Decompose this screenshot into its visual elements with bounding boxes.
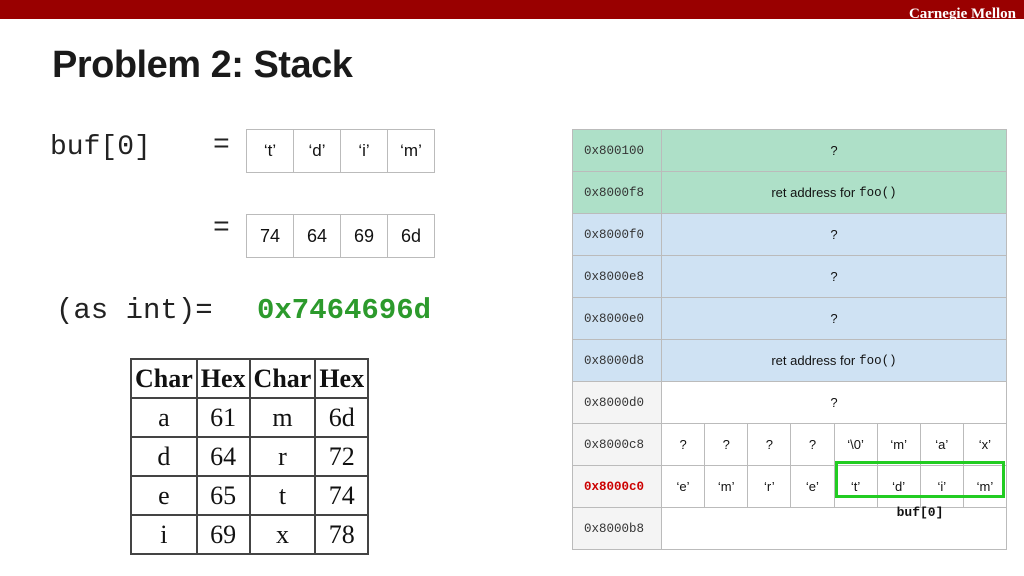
stack-slot: ? <box>830 227 838 242</box>
stack-row: 0x8000f0 ? <box>573 214 1006 256</box>
table-cell: 61 <box>195 397 251 438</box>
byte-cell: ? <box>748 424 792 465</box>
byte-cell: ‘e’ <box>662 466 706 507</box>
byte-cell: ‘x’ <box>978 437 992 452</box>
table-cell: 64 <box>195 436 251 477</box>
table-row: a 61 m 6d <box>130 397 370 438</box>
as-int-label: (as int)= <box>56 294 213 327</box>
table-header-row: Char Hex Char Hex <box>130 358 370 399</box>
byte-row: ‘e’ ‘m’ ‘r’ ‘e’ ‘t’ ‘d’ ‘i’ ‘m’ <box>662 466 1006 507</box>
byte-cell: ‘d’ <box>878 466 921 507</box>
byte-cell: ‘m’ <box>878 424 921 465</box>
stack-address: 0x8000c8 <box>573 424 662 465</box>
stack-address: 0x800100 <box>573 130 662 171</box>
slot-text: ret address for <box>771 353 856 368</box>
char-cell: ‘m’ <box>400 141 422 160</box>
stack-address: 0x8000d0 <box>573 382 662 423</box>
stack-slot: ? <box>830 395 838 410</box>
table-cell: 78 <box>314 514 370 555</box>
table-cell: i <box>130 514 198 555</box>
hex-cell: 64 <box>294 215 341 257</box>
stack-address: 0x8000b8 <box>573 508 662 549</box>
table-cell: r <box>248 436 317 477</box>
stack-row: 0x800100 ? <box>573 130 1006 172</box>
table-cell: t <box>248 475 317 516</box>
byte-cell: ‘a’ <box>921 424 964 465</box>
slot-text: ret address for <box>771 185 856 200</box>
stack-slot: ? <box>830 269 838 284</box>
table-cell: 74 <box>314 475 370 516</box>
as-int-value: 0x7464696d <box>257 294 432 327</box>
char-cell: ‘d’ <box>294 130 341 172</box>
table-cell: e <box>130 475 198 516</box>
table-cell: a <box>130 397 198 438</box>
stack-address: 0x8000f0 <box>573 214 662 255</box>
byte-cell: ‘i’ <box>921 466 964 507</box>
stack-slot: ret address for foo() <box>662 172 1006 213</box>
table-row: e 65 t 74 <box>130 475 370 516</box>
hex-byte-box: 74 64 69 6d <box>246 214 435 258</box>
equals-sign-2: = <box>213 213 230 244</box>
char-byte-box: ‘t’ ‘d’ ‘i’ ‘m’ <box>246 129 435 173</box>
byte-row: ? ? ? ? ‘\0’ ‘m’ ‘a’ ‘x’ <box>662 424 1006 465</box>
header-bar <box>0 0 1024 19</box>
char-hex-table: Char Hex Char Hex a 61 m 6d d 64 r 72 e … <box>130 358 370 555</box>
table-row: d 64 r 72 <box>130 436 370 477</box>
stack-row: 0x8000e0 ? <box>573 298 1006 340</box>
stack-row: 0x8000c0 ‘e’ ‘m’ ‘r’ ‘e’ ‘t’ ‘d’ ‘i’ ‘m’ <box>573 466 1006 508</box>
column-header: Hex <box>195 358 251 399</box>
byte-cell: ‘e’ <box>791 466 835 507</box>
slide-title: Problem 2: Stack <box>52 44 353 86</box>
table-cell: x <box>248 514 317 555</box>
stack-slot: ? <box>830 143 838 158</box>
stack-address: 0x8000e0 <box>573 298 662 339</box>
stack-row: 0x8000d0 ? <box>573 382 1006 424</box>
hex-cell: 74 <box>247 215 294 257</box>
table-cell: 69 <box>195 514 251 555</box>
byte-cell: ? <box>705 424 749 465</box>
stack-row: 0x8000c8 ? ? ? ? ‘\0’ ‘m’ ‘a’ ‘x’ <box>573 424 1006 466</box>
byte-cell: ‘\0’ <box>835 424 878 465</box>
slot-code: foo() <box>859 185 897 200</box>
stack-address: 0x8000d8 <box>573 340 662 381</box>
table-cell: d <box>130 436 198 477</box>
byte-cell: ‘r’ <box>748 466 792 507</box>
column-header: Char <box>130 358 198 399</box>
stack-row: 0x8000e8 ? <box>573 256 1006 298</box>
stack-slot: ? <box>830 311 838 326</box>
byte-cell: ? <box>662 424 706 465</box>
hex-cell: 69 <box>341 215 388 257</box>
char-cell: ‘i’ <box>341 130 388 172</box>
buf-highlight-label: buf[0] <box>896 505 944 520</box>
org-name: Carnegie Mellon <box>908 6 1016 22</box>
column-header: Hex <box>314 358 370 399</box>
stack-row: 0x8000d8 ret address for foo() <box>573 340 1006 382</box>
byte-cell: ‘m’ <box>976 479 994 494</box>
stack-address: 0x8000f8 <box>573 172 662 213</box>
slot-code: foo() <box>859 353 897 368</box>
stack-address-current: 0x8000c0 <box>573 466 662 507</box>
table-cell: m <box>248 397 317 438</box>
buf-label: buf[0] <box>50 132 151 163</box>
stack-diagram: 0x800100 ? 0x8000f8 ret address for foo(… <box>572 129 1007 550</box>
byte-cell: ‘m’ <box>705 466 749 507</box>
char-cell: ‘t’ <box>247 130 294 172</box>
table-cell: 6d <box>314 397 370 438</box>
table-row: i 69 x 78 <box>130 514 370 555</box>
stack-row: 0x8000f8 ret address for foo() <box>573 172 1006 214</box>
column-header: Char <box>248 358 317 399</box>
hex-cell: 6d <box>400 225 422 246</box>
stack-address: 0x8000e8 <box>573 256 662 297</box>
table-cell: 65 <box>195 475 251 516</box>
equals-sign-1: = <box>213 130 230 161</box>
byte-cell: ? <box>791 424 835 465</box>
table-cell: 72 <box>314 436 370 477</box>
byte-cell: ‘t’ <box>835 466 878 507</box>
stack-slot: ret address for foo() <box>662 340 1006 381</box>
